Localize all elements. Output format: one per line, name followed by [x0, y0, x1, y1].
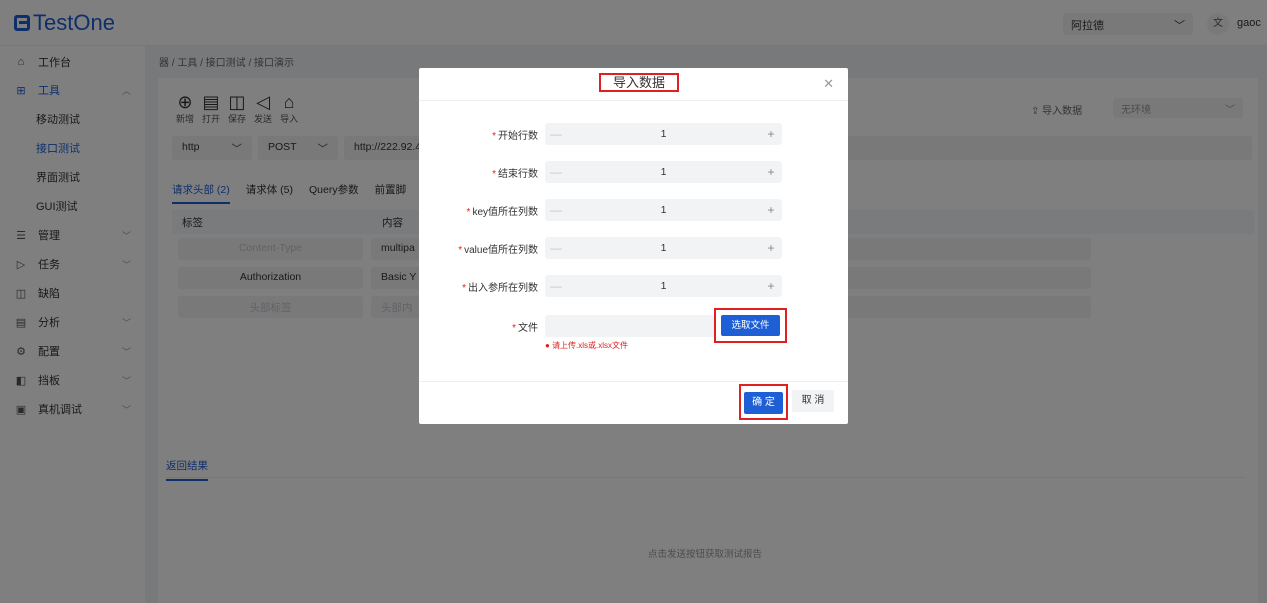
form-row-key-column: * key值所在列数 — 1 +: [419, 199, 848, 221]
field-label-text: 结束行数: [498, 169, 538, 180]
file-tip-text: 请上传.xls或.xlsx文件: [552, 341, 629, 350]
form-row-param-column: * 出入参所在列数 — 1 +: [419, 275, 848, 297]
minus-icon[interactable]: —: [545, 203, 567, 217]
stepper-value[interactable]: 1: [567, 280, 760, 292]
warning-icon: ●: [545, 341, 553, 350]
end-row-stepper[interactable]: — 1 +: [545, 161, 782, 183]
start-row-stepper[interactable]: — 1 +: [545, 123, 782, 145]
stepper-value[interactable]: 1: [567, 166, 760, 178]
file-input[interactable]: [545, 315, 715, 337]
pick-file-highlight: 选取文件: [714, 308, 787, 343]
form-row-value-column: * value值所在列数 — 1 +: [419, 237, 848, 259]
cancel-button[interactable]: 取 消: [792, 390, 834, 412]
field-label-text: 文件: [518, 323, 538, 334]
field-label: * value值所在列数: [458, 245, 538, 256]
key-column-stepper[interactable]: — 1 +: [545, 199, 782, 221]
plus-icon[interactable]: +: [760, 279, 782, 293]
minus-icon[interactable]: —: [545, 279, 567, 293]
dialog-title: 导入数据: [599, 73, 679, 92]
stepper-value[interactable]: 1: [567, 242, 760, 254]
minus-icon[interactable]: —: [545, 127, 567, 141]
stepper-value[interactable]: 1: [567, 128, 760, 140]
field-label: * key值所在列数: [466, 207, 538, 218]
field-label: * 出入参所在列数: [462, 283, 538, 294]
plus-icon[interactable]: +: [760, 165, 782, 179]
import-data-dialog: 导入数据 ✕ * 开始行数 — 1 + * 结束行数 — 1 + * key值所在列数…: [419, 68, 848, 424]
plus-icon[interactable]: +: [760, 241, 782, 255]
plus-icon[interactable]: +: [760, 127, 782, 141]
param-column-stepper[interactable]: — 1 +: [545, 275, 782, 297]
divider: [419, 381, 848, 382]
field-label-text: 出入参所在列数: [468, 283, 538, 294]
form-row-file: * 文件 选取文件 ● 请上传.xls或.xlsx文件: [419, 308, 848, 350]
field-label: * 文件: [512, 323, 538, 334]
confirm-highlight: 确 定: [739, 384, 788, 420]
pick-file-button[interactable]: 选取文件: [721, 315, 780, 336]
file-error-tip: ● 请上传.xls或.xlsx文件: [545, 340, 628, 351]
form-row-start-row: * 开始行数 — 1 +: [419, 123, 848, 145]
value-column-stepper[interactable]: — 1 +: [545, 237, 782, 259]
field-label-text: 开始行数: [498, 131, 538, 142]
confirm-button[interactable]: 确 定: [744, 392, 783, 414]
stepper-value[interactable]: 1: [567, 204, 760, 216]
form-row-end-row: * 结束行数 — 1 +: [419, 161, 848, 183]
field-label: * 开始行数: [492, 131, 538, 142]
minus-icon[interactable]: —: [545, 241, 567, 255]
field-label-text: value值所在列数: [464, 245, 538, 256]
divider: [419, 100, 848, 101]
close-icon[interactable]: ✕: [823, 76, 834, 92]
minus-icon[interactable]: —: [545, 165, 567, 179]
field-label: * 结束行数: [492, 169, 538, 180]
field-label-text: key值所在列数: [472, 207, 538, 218]
plus-icon[interactable]: +: [760, 203, 782, 217]
